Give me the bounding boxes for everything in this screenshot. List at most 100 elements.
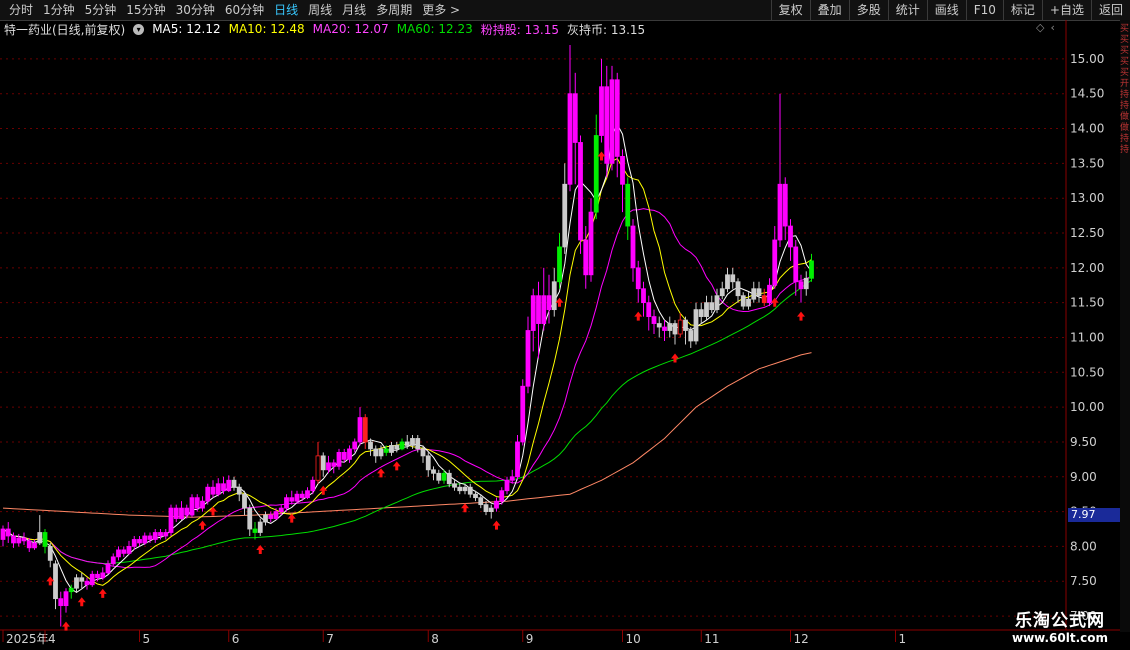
- candle-body: [399, 441, 405, 450]
- candle-body: [315, 455, 321, 481]
- candle-body: [725, 274, 730, 290]
- candle-body: [446, 472, 452, 485]
- candle-body: [588, 211, 594, 276]
- candle-body: [509, 476, 515, 481]
- buy-arrow: [671, 353, 679, 363]
- candle-body: [551, 281, 557, 311]
- x-tick-label: 8: [431, 632, 439, 646]
- x-tick-label: 5: [143, 632, 151, 646]
- buy-arrow: [392, 461, 401, 471]
- buy-arrow: [256, 544, 265, 554]
- candle-body: [620, 155, 625, 185]
- candle-body: [415, 438, 421, 450]
- candle-body: [751, 288, 757, 300]
- candle-body: [740, 295, 746, 307]
- candle-body: [357, 417, 363, 443]
- candle-body: [404, 441, 410, 446]
- candle-body: [168, 507, 174, 533]
- candle-body: [63, 591, 69, 607]
- watermark-title: 乐淘公式网: [1015, 611, 1105, 631]
- candle-body: [352, 441, 358, 450]
- candle-body: [0, 528, 6, 540]
- candle-body: [47, 546, 53, 561]
- candle-body: [777, 183, 783, 241]
- candle-body: [278, 507, 284, 512]
- candle-body: [95, 573, 100, 579]
- candle-body: [431, 469, 436, 474]
- y-tick-label: 14.50: [1070, 87, 1104, 101]
- candle-body: [625, 183, 631, 227]
- candle-body: [68, 587, 74, 593]
- candle-body: [520, 385, 526, 443]
- candle-body: [420, 448, 426, 457]
- candle-body: [515, 441, 520, 478]
- buy-arrow: [492, 520, 501, 530]
- candle-body: [310, 479, 316, 492]
- candle-body: [37, 532, 43, 544]
- y-tick-label: 13.50: [1070, 156, 1104, 170]
- candle-body: [284, 497, 289, 509]
- candle-body: [630, 225, 636, 269]
- candle-body: [189, 497, 195, 516]
- y-tick-label: 13.00: [1070, 191, 1104, 205]
- x-tick-label: 1: [899, 632, 907, 646]
- candle-body: [504, 479, 510, 492]
- candle-body: [142, 535, 148, 544]
- y-tick-label: 9.50: [1070, 435, 1097, 449]
- candle-body: [499, 490, 505, 502]
- candle-body: [320, 455, 326, 471]
- candle-body: [698, 309, 704, 317]
- candle-body: [84, 580, 90, 586]
- candle-body: [226, 479, 232, 492]
- buy-arrow: [198, 520, 207, 530]
- candle-body: [578, 142, 583, 241]
- candle-body: [89, 573, 95, 586]
- candle-body: [441, 472, 447, 481]
- candle-body: [478, 497, 484, 506]
- candle-body: [767, 284, 772, 304]
- ma60-line: [2, 279, 812, 564]
- candle-body: [215, 483, 221, 495]
- candle-body: [26, 540, 32, 549]
- y-tick-label: 11.50: [1070, 296, 1104, 310]
- candle-body: [452, 483, 457, 488]
- candle-body: [289, 497, 295, 502]
- current-price-label: 7.97: [1068, 508, 1123, 522]
- candle-body: [247, 507, 253, 530]
- candle-body: [305, 490, 310, 499]
- candle-body: [609, 79, 615, 164]
- y-tick-label: 14.00: [1070, 122, 1104, 136]
- candle-body: [677, 319, 683, 335]
- buy-arrow: [62, 621, 70, 631]
- candle-body: [79, 577, 85, 582]
- candle-body: [462, 486, 468, 492]
- candle-body: [389, 445, 394, 453]
- candle-body: [735, 281, 741, 297]
- buy-arrow: [461, 503, 469, 513]
- y-tick-label: 15.00: [1070, 52, 1104, 66]
- candle-body: [672, 323, 678, 335]
- candle-body: [158, 532, 163, 537]
- candle-body: [268, 514, 274, 519]
- x-tick-label: 9: [526, 632, 534, 646]
- candle-body: [21, 537, 27, 542]
- candle-body: [483, 504, 489, 512]
- candle-body: [583, 239, 589, 276]
- buy-arrow: [770, 297, 779, 307]
- candle-body: [236, 486, 242, 495]
- candle-body: [362, 417, 368, 443]
- candle-body: [173, 507, 179, 519]
- candle-body: [761, 295, 767, 304]
- x-tick-label: 2025年: [6, 632, 49, 646]
- candle-body: [394, 445, 400, 450]
- candle-body: [221, 483, 226, 492]
- ma-long-line: [2, 352, 812, 518]
- ma20-line: [2, 208, 812, 569]
- candle-body: [137, 539, 142, 544]
- candle-body: [683, 319, 688, 331]
- candle-body: [746, 298, 751, 307]
- x-tick-label: 6: [232, 632, 240, 646]
- candle-body: [163, 532, 169, 537]
- candle-body: [593, 135, 599, 213]
- candle-body: [614, 79, 620, 157]
